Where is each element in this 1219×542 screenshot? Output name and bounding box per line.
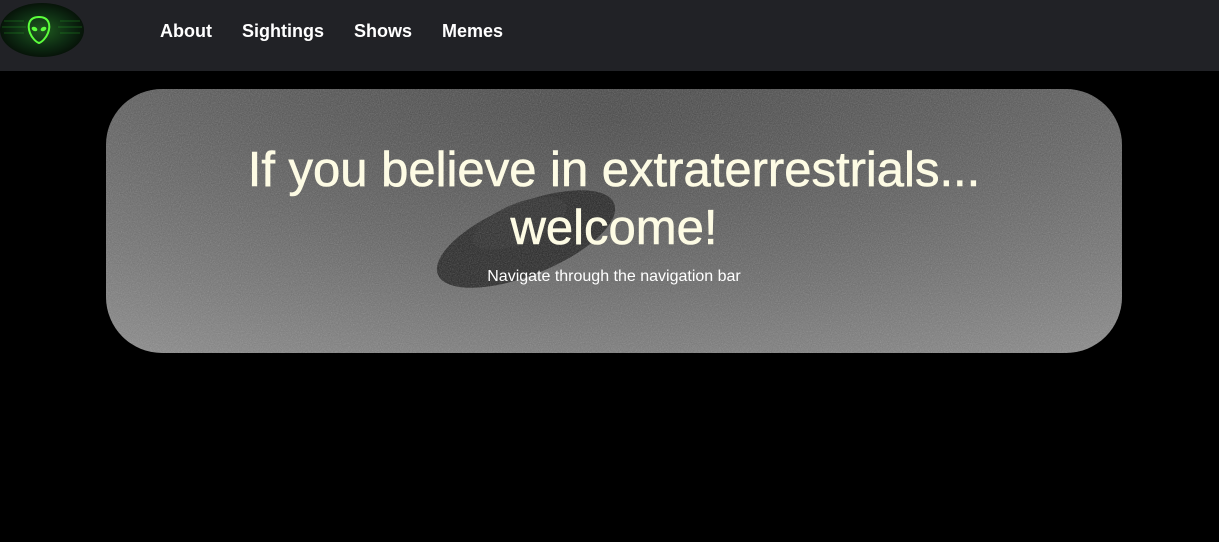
nav-link-sightings[interactable]: Sightings [242,19,324,43]
nav-link-memes[interactable]: Memes [442,19,503,43]
nav-link-about[interactable]: About [160,19,212,43]
alien-logo-icon[interactable] [0,3,84,57]
top-navbar: About Sightings Shows Memes [0,0,1219,71]
hero-title-line-2: welcome! [510,201,718,256]
hero-title-line-1: If you believe in extraterrestrials... [247,143,981,198]
main-nav: About Sightings Shows Memes [160,19,533,43]
nav-link-shows[interactable]: Shows [354,19,412,43]
hero-title: If you believe in extraterrestrials... w… [106,141,1122,257]
hero-banner: If you believe in extraterrestrials... w… [106,89,1122,353]
hero-subtitle: Navigate through the navigation bar [487,268,741,285]
